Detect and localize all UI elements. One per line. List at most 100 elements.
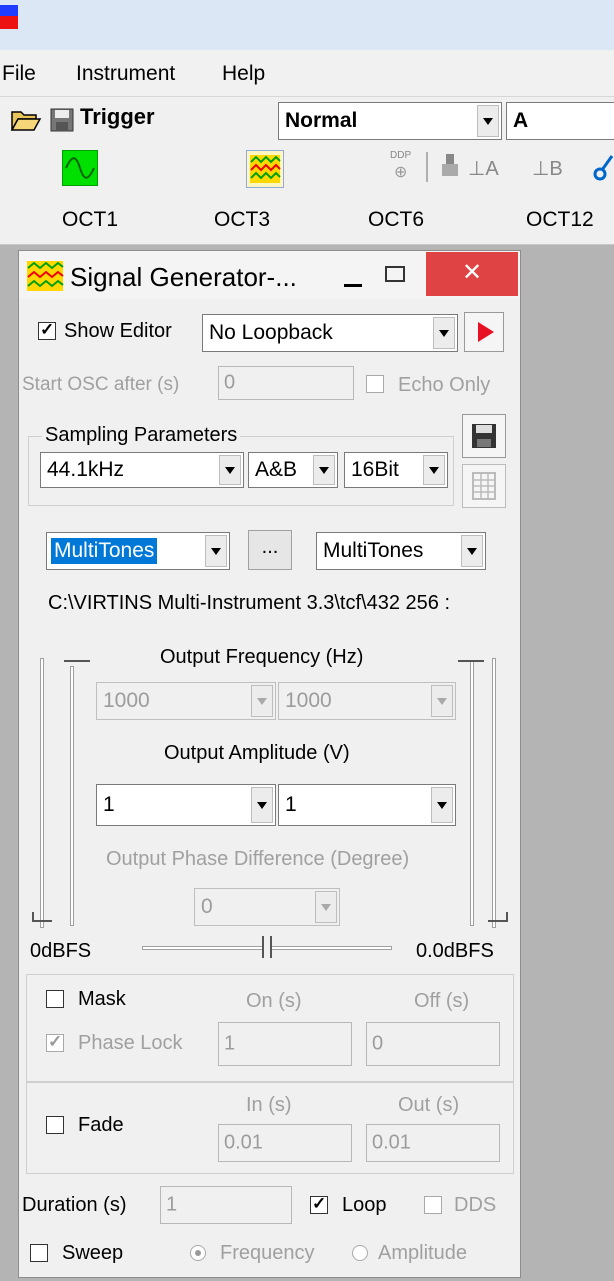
left-level-label: 0dBFS <box>30 940 92 962</box>
mask-off-value: 0 <box>372 1032 384 1055</box>
right-volume-slider-track[interactable] <box>492 658 496 928</box>
mask-on-input[interactable]: 1 <box>218 1022 352 1066</box>
chevron-down-icon[interactable] <box>431 787 453 823</box>
scissors-icon[interactable] <box>592 154 614 182</box>
menu-help[interactable]: Help <box>222 62 265 86</box>
channels-select[interactable]: A&B <box>248 452 338 488</box>
frequency-a-value: 1000 <box>103 689 150 712</box>
save-icon <box>472 424 496 448</box>
oscilloscope-icon[interactable] <box>62 150 98 186</box>
bit-depth-value: 16Bit <box>351 458 399 481</box>
left-volume-slider-track[interactable] <box>40 658 44 928</box>
wave-type-b-select[interactable]: MultiTones <box>316 532 486 570</box>
amplitude-a-select[interactable]: 1 <box>96 784 276 826</box>
grid-icon <box>472 472 496 500</box>
wave-type-b-value: MultiTones <box>323 539 424 562</box>
duration-label: Duration (s) <box>22 1194 127 1216</box>
frequency-b-select[interactable]: 1000 <box>278 682 456 720</box>
oct6-button[interactable]: OCT6 <box>368 208 424 232</box>
chevron-down-icon[interactable] <box>477 105 499 137</box>
sample-rate-select[interactable]: 44.1kHz <box>40 452 244 488</box>
sweep-checkbox[interactable] <box>30 1244 48 1262</box>
echo-only-checkbox[interactable] <box>366 375 384 393</box>
minimize-button[interactable] <box>344 284 362 287</box>
ddp-label: DDP <box>390 150 412 161</box>
right-level-label: 0.0dBFS <box>416 940 494 962</box>
phase-lock-checkbox[interactable] <box>46 1032 64 1052</box>
trigger-mode-value: Normal <box>285 109 358 132</box>
dds-checkbox[interactable] <box>424 1196 442 1214</box>
phase-difference-select[interactable]: 0 <box>194 888 340 926</box>
wave-type-a-value: MultiTones <box>51 538 158 564</box>
magnifier-icon: ⊕ <box>394 164 408 181</box>
oct1-button[interactable]: OCT1 <box>62 208 118 232</box>
mask-off-input[interactable]: 0 <box>366 1022 500 1066</box>
fade-out-value: 0.01 <box>372 1131 411 1154</box>
left-volume-slider-thumb[interactable] <box>32 912 52 922</box>
sweep-frequency-radio[interactable] <box>190 1245 206 1261</box>
mask-label: Mask <box>78 988 126 1010</box>
chevron-down-icon[interactable] <box>251 685 273 717</box>
save-settings-button[interactable] <box>462 414 506 458</box>
chevron-down-icon[interactable] <box>315 891 337 923</box>
left-balance-slider-thumb[interactable] <box>64 660 90 670</box>
trigger-source-select[interactable]: A <box>506 102 614 140</box>
level-slider-thumb[interactable] <box>262 936 272 958</box>
oct3-button[interactable]: OCT3 <box>214 208 270 232</box>
channels-value: A&B <box>255 458 298 481</box>
open-folder-icon[interactable] <box>10 106 42 132</box>
fade-out-input[interactable]: 0.01 <box>366 1124 500 1162</box>
mask-checkbox[interactable] <box>46 990 64 1008</box>
chevron-down-icon[interactable] <box>219 455 241 485</box>
maximize-button[interactable] <box>385 266 405 282</box>
duration-input[interactable]: 1 <box>160 1186 292 1224</box>
oct12-button[interactable]: OCT12 <box>526 208 594 232</box>
load-settings-button[interactable] <box>462 464 506 508</box>
right-balance-slider-track[interactable] <box>470 660 474 926</box>
signal-generator-icon[interactable] <box>246 150 284 188</box>
amplitude-b-value: 1 <box>285 793 297 816</box>
play-button[interactable] <box>464 312 504 352</box>
start-osc-input[interactable]: 0 <box>218 366 354 400</box>
probe-b-icon[interactable]: ⊥B <box>532 156 563 181</box>
save-icon[interactable] <box>50 108 74 132</box>
left-balance-slider-track[interactable] <box>70 666 74 926</box>
sweep-amplitude-radio[interactable] <box>352 1245 368 1261</box>
fade-checkbox[interactable] <box>46 1116 64 1134</box>
right-balance-slider-thumb[interactable] <box>458 660 484 670</box>
menu-file[interactable]: File <box>2 62 36 86</box>
bit-depth-select[interactable]: 16Bit <box>344 452 448 488</box>
phase-lock-label: Phase Lock <box>78 1032 183 1054</box>
menu-instrument[interactable]: Instrument <box>76 62 175 86</box>
chevron-down-icon[interactable] <box>431 685 453 717</box>
chevron-down-icon[interactable] <box>251 787 273 823</box>
trigger-source-value: A <box>513 109 529 132</box>
close-button[interactable]: ✕ <box>426 252 518 296</box>
probe-a-icon[interactable]: ⊥A <box>468 156 499 181</box>
trigger-mode-select[interactable]: Normal <box>278 102 502 140</box>
chevron-down-icon[interactable] <box>313 455 335 485</box>
loopback-value: No Loopback <box>209 321 333 344</box>
loop-checkbox[interactable] <box>310 1194 328 1214</box>
amplitude-b-select[interactable]: 1 <box>278 784 456 826</box>
sweep-label: Sweep <box>62 1242 124 1264</box>
chevron-down-icon[interactable] <box>423 455 445 485</box>
fade-label: Fade <box>78 1114 124 1136</box>
frequency-a-select[interactable]: 1000 <box>96 682 276 720</box>
output-amplitude-label: Output Amplitude (V) <box>164 742 350 764</box>
probe-icon[interactable] <box>440 152 460 180</box>
chevron-down-icon[interactable] <box>433 317 455 349</box>
show-editor-checkbox[interactable] <box>38 320 56 340</box>
loopback-select[interactable]: No Loopback <box>202 314 458 352</box>
fade-in-input[interactable]: 0.01 <box>218 1124 352 1162</box>
more-options-button[interactable]: ... <box>248 530 292 570</box>
dds-label: DDS <box>454 1194 497 1216</box>
duration-value: 1 <box>166 1193 178 1216</box>
app-icon[interactable] <box>0 5 18 29</box>
chevron-down-icon[interactable] <box>461 535 483 567</box>
wave-type-a-select[interactable]: MultiTones <box>46 532 230 570</box>
close-icon: ✕ <box>461 259 483 286</box>
ddp-icon[interactable]: DDP ⊕ <box>388 150 414 182</box>
chevron-down-icon[interactable] <box>205 535 227 567</box>
right-volume-slider-thumb[interactable] <box>488 912 508 922</box>
